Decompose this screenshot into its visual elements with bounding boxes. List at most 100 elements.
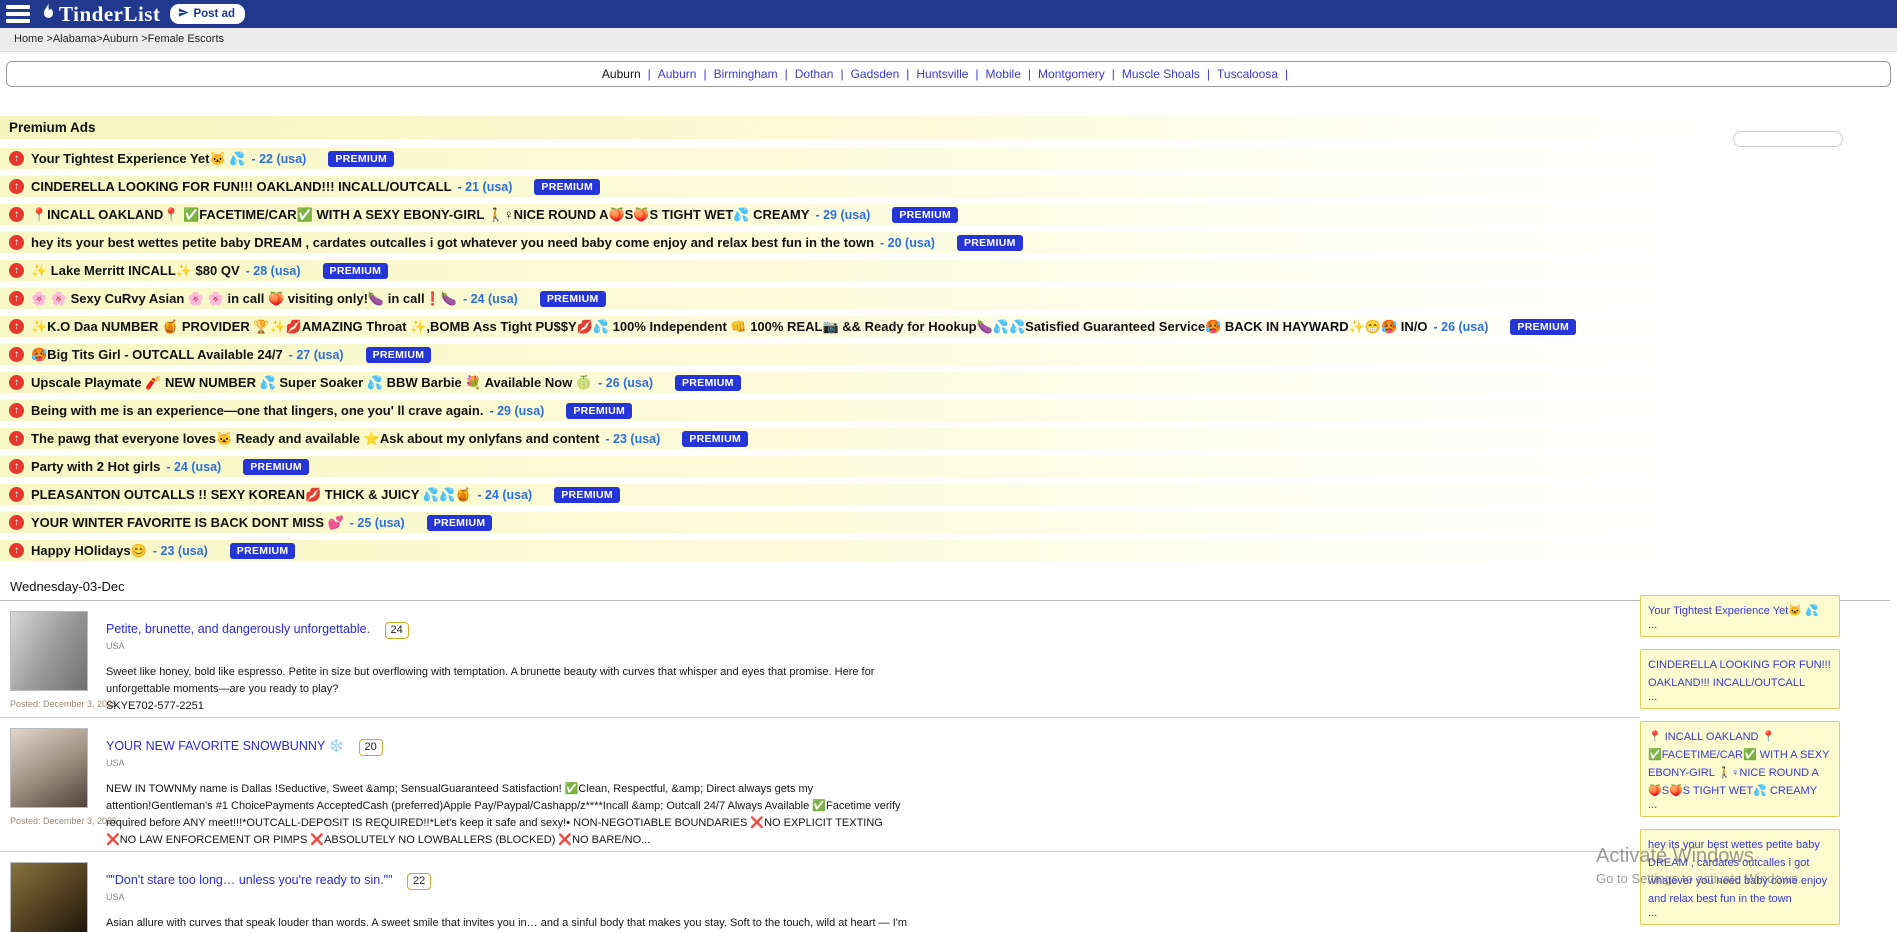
listing-thumbnail[interactable]: [10, 728, 88, 808]
up-arrow-icon: ↑: [9, 151, 24, 166]
up-arrow-icon: ↑: [9, 207, 24, 222]
premium-ad-meta: - 25 (usa): [350, 516, 405, 530]
city-link-item: Gadsden|: [851, 67, 917, 81]
listing-title-link[interactable]: YOUR NEW FAVORITE SNOWBUNNY ❄️: [106, 739, 344, 753]
city-link[interactable]: Auburn: [658, 67, 697, 81]
premium-ad-meta: - 22 (usa): [251, 152, 306, 166]
up-arrow-icon: ↑: [9, 291, 24, 306]
breadcrumb[interactable]: Home >Alabama>Auburn >Female Escorts: [0, 28, 1897, 52]
up-arrow-icon: ↑: [9, 487, 24, 502]
listing-row: Posted: December 3, 2025 Petite, brunett…: [0, 601, 1640, 718]
listing-title-link[interactable]: ""Don't stare too long… unless you're re…: [106, 873, 393, 887]
premium-ad-row[interactable]: ↑ CINDERELLA LOOKING FOR FUN!!! OAKLAND!…: [0, 176, 1897, 197]
listing-left-column: Posted: December 3, 2025: [10, 611, 106, 715]
city-link[interactable]: Dothan: [795, 67, 834, 81]
up-arrow-icon: ↑: [9, 375, 24, 390]
premium-ad-row[interactable]: ↑ ✨ Lake Merritt INCALL✨ $80 QV - 28 (us…: [0, 260, 1897, 281]
premium-ads-list: ↑ Your Tightest Experience Yet🐱 💦 - 22 (…: [0, 148, 1897, 561]
sidebar-ad-box[interactable]: Your Tightest Experience Yet🐱 💦 ...: [1640, 595, 1840, 637]
premium-ad-meta: - 26 (usa): [1434, 320, 1489, 334]
listing-body: ""Don't stare too long… unless you're re…: [106, 862, 916, 932]
premium-ad-meta: - 29 (usa): [815, 208, 870, 222]
premium-ad-meta: - 23 (usa): [153, 544, 208, 558]
up-arrow-icon: ↑: [9, 319, 24, 334]
age-badge: 24: [385, 622, 409, 639]
hamburger-menu-icon[interactable]: [6, 5, 30, 23]
premium-ad-row[interactable]: ↑ PLEASANTON OUTCALLS !! SEXY KOREAN💋 TH…: [0, 484, 1897, 505]
listing-description: NEW IN TOWNMy name is Dallas !Seductive,…: [106, 781, 916, 849]
city-separator: |: [785, 67, 788, 81]
premium-ads-section: Premium Ads ↑ Your Tightest Experience Y…: [0, 116, 1897, 561]
city-link[interactable]: Birmingham: [714, 67, 778, 81]
site-logo-text: TinderList: [59, 2, 160, 27]
listing-country: USA: [106, 892, 916, 902]
premium-ad-row[interactable]: ↑ YOUR WINTER FAVORITE IS BACK DONT MISS…: [0, 512, 1897, 533]
city-link[interactable]: Gadsden: [851, 67, 900, 81]
city-link[interactable]: Auburn: [602, 67, 641, 81]
up-arrow-icon: ↑: [9, 543, 24, 558]
listing-thumbnail[interactable]: [10, 862, 88, 932]
sidebar-ad-box[interactable]: hey its your best wettes petite baby DRE…: [1640, 829, 1840, 925]
listing-description: Sweet like honey, bold like espresso. Pe…: [106, 664, 916, 715]
premium-ad-title: 📍INCALL OAKLAND📍 ✅FACETIME/CAR✅ WITH A S…: [31, 207, 809, 223]
listing-row: Posted: December 3, 2025 ""Don't stare t…: [0, 852, 1640, 932]
city-link-item: Dothan |: [795, 67, 851, 81]
premium-ad-row[interactable]: ↑ 🌸 🌸 Sexy CuRvy Asian 🌸 🌸 in call 🍑 vis…: [0, 288, 1897, 309]
sidebar-ad-more: ...: [1648, 799, 1832, 811]
listing-body: YOUR NEW FAVORITE SNOWBUNNY ❄️ 20 USA NE…: [106, 728, 916, 849]
listing-country: USA: [106, 641, 916, 651]
city-link[interactable]: Tuscaloosa: [1217, 67, 1278, 81]
up-arrow-icon: ↑: [9, 179, 24, 194]
premium-ad-title: Being with me is an experience—one that …: [31, 403, 483, 418]
site-logo[interactable]: TinderList: [40, 2, 160, 27]
premium-ad-row[interactable]: ↑ ✨K.O Daa NUMBER 🍯 PROVIDER 🏆✨💋AMAZING …: [0, 316, 1897, 337]
up-arrow-icon: ↑: [9, 403, 24, 418]
posted-date: Posted: December 3, 2025: [10, 699, 106, 709]
premium-badge: PREMIUM: [957, 235, 1023, 251]
city-separator: |: [975, 67, 978, 81]
premium-ad-title: CINDERELLA LOOKING FOR FUN!!! OAKLAND!!!…: [31, 179, 452, 194]
listing-title-link[interactable]: Petite, brunette, and dangerously unforg…: [106, 622, 370, 636]
post-ad-button[interactable]: Post ad: [170, 4, 245, 24]
sidebar-ad-box[interactable]: CINDERELLA LOOKING FOR FUN!!! OAKLAND!!!…: [1640, 649, 1840, 709]
city-link-item: Auburn |: [658, 67, 714, 81]
city-link[interactable]: Mobile: [986, 67, 1021, 81]
premium-ad-row[interactable]: ↑ Party with 2 Hot girls - 24 (usa) PREM…: [0, 456, 1897, 477]
date-header: Wednesday-03-Dec: [0, 576, 1640, 600]
premium-ad-meta: - 28 (usa): [246, 264, 301, 278]
listing-title-row: ""Don't stare too long… unless you're re…: [106, 871, 916, 890]
premium-badge: PREMIUM: [554, 487, 620, 503]
premium-ad-row[interactable]: ↑ The pawg that everyone loves🐱 Ready an…: [0, 428, 1897, 449]
up-arrow-icon: ↑: [9, 431, 24, 446]
premium-ad-row[interactable]: ↑ Being with me is an experience—one tha…: [0, 400, 1897, 421]
premium-badge: PREMIUM: [675, 375, 741, 391]
premium-ad-title: Upscale Playmate 🧨 NEW NUMBER 💦 Super So…: [31, 375, 592, 391]
city-link[interactable]: Montgomery: [1038, 67, 1105, 81]
premium-ad-meta: - 29 (usa): [489, 404, 544, 418]
city-separator: |: [1207, 67, 1210, 81]
premium-ad-row[interactable]: ↑ 📍INCALL OAKLAND📍 ✅FACETIME/CAR✅ WITH A…: [0, 204, 1897, 225]
premium-ad-row[interactable]: ↑ 🥵Big Tits Girl - OUTCALL Available 24/…: [0, 344, 1897, 365]
premium-ad-row[interactable]: ↑ Your Tightest Experience Yet🐱 💦 - 22 (…: [0, 148, 1897, 169]
top-navbar: TinderList Post ad: [0, 0, 1897, 28]
sidebar-ad-more: ...: [1648, 619, 1832, 631]
premium-ad-row[interactable]: ↑ hey its your best wettes petite baby D…: [0, 232, 1897, 253]
sidebar-ad-box[interactable]: 📍 INCALL OAKLAND 📍 ✅FACETIME/CAR✅ WITH A…: [1640, 721, 1840, 817]
city-link-item: Auburn|: [602, 67, 658, 81]
premium-ads-header: Premium Ads: [0, 116, 1897, 139]
listing-row: Posted: December 3, 2025 YOUR NEW FAVORI…: [0, 718, 1640, 852]
listing-title-row: YOUR NEW FAVORITE SNOWBUNNY ❄️ 20: [106, 737, 916, 756]
city-link[interactable]: Huntsville: [916, 67, 968, 81]
premium-ad-meta: - 24 (usa): [463, 292, 518, 306]
premium-ad-meta: - 24 (usa): [166, 460, 221, 474]
premium-ad-title: The pawg that everyone loves🐱 Ready and …: [31, 431, 599, 447]
premium-ad-row[interactable]: ↑ Happy HOlidays😊 - 23 (usa) PREMIUM: [0, 540, 1897, 561]
sidebar-ad-title: 📍 INCALL OAKLAND 📍 ✅FACETIME/CAR✅ WITH A…: [1648, 731, 1829, 797]
premium-ad-row[interactable]: ↑ Upscale Playmate 🧨 NEW NUMBER 💦 Super …: [0, 372, 1897, 393]
city-link[interactable]: Muscle Shoals: [1122, 67, 1200, 81]
up-arrow-icon: ↑: [9, 235, 24, 250]
city-separator: |: [703, 67, 706, 81]
top-right-widget[interactable]: [1733, 131, 1843, 147]
listing-thumbnail[interactable]: [10, 611, 88, 691]
city-separator: |: [840, 67, 843, 81]
